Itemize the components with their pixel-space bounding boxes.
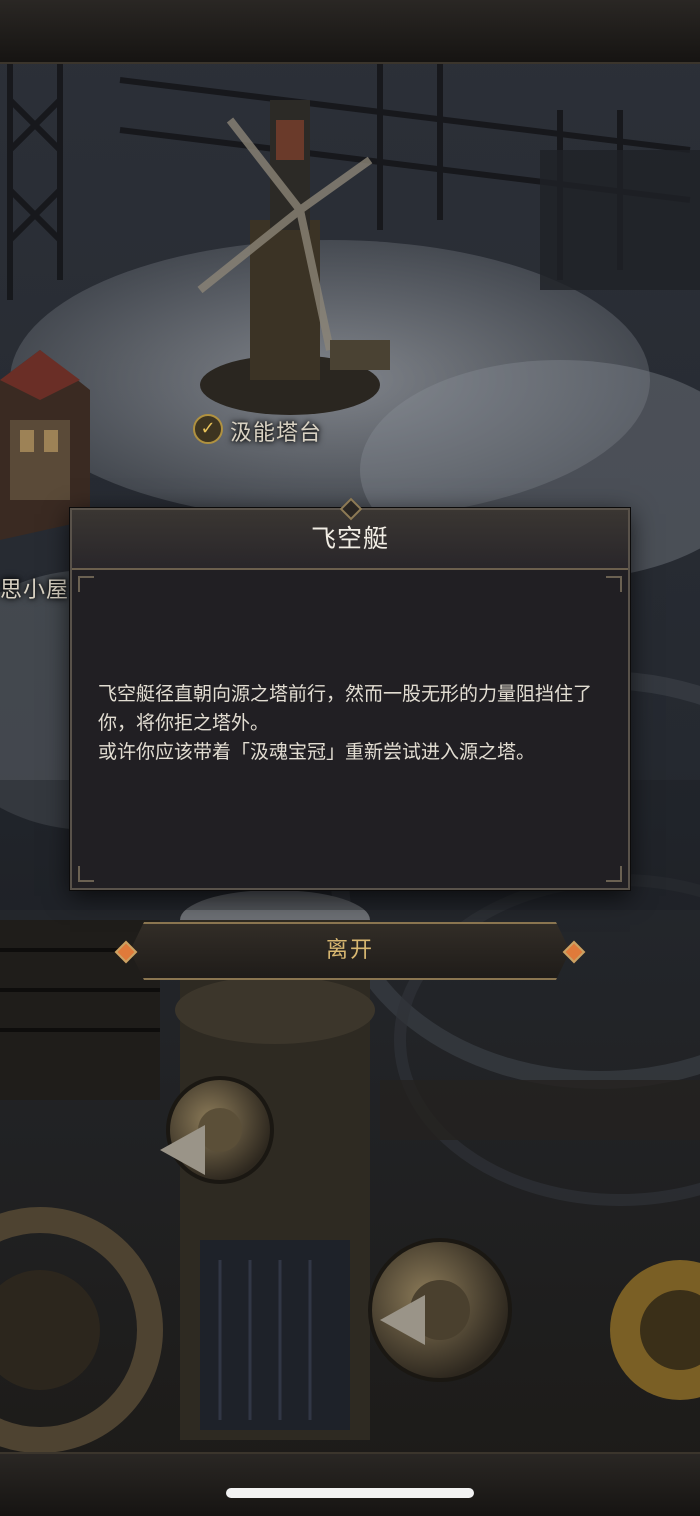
corner-ornament-icon: [606, 866, 622, 882]
corner-ornament-icon: [78, 866, 94, 882]
leave-button-label: 离开: [325, 938, 374, 963]
corner-ornament-icon: [606, 576, 622, 592]
check-badge-icon: ✓: [193, 414, 223, 444]
leave-button[interactable]: 离开: [112, 922, 588, 984]
top-frame: [0, 0, 700, 64]
dialog-message-line: 飞空艇径直朝向源之塔前行，然而一股无形的力量阻挡住了你，将你拒之塔外。: [98, 683, 593, 734]
airship-dialog: 飞空艇 飞空艇径直朝向源之塔前行，然而一股无形的力量阻挡住了你，将你拒之塔外。 …: [70, 497, 630, 890]
map-label-energy-tower[interactable]: 汲能塔台: [230, 415, 322, 447]
map-label-house[interactable]: 思小屋: [0, 572, 69, 604]
dialog-message: 飞空艇径直朝向源之塔前行，然而一股无形的力量阻挡住了你，将你拒之塔外。 或许你应…: [98, 680, 608, 767]
home-indicator[interactable]: [226, 1488, 474, 1498]
bottom-frame: [0, 1452, 700, 1516]
corner-ornament-icon: [78, 576, 94, 592]
dialog-message-line: 或许你应该带着「汲魂宝冠」重新尝试进入源之塔。: [98, 741, 536, 763]
